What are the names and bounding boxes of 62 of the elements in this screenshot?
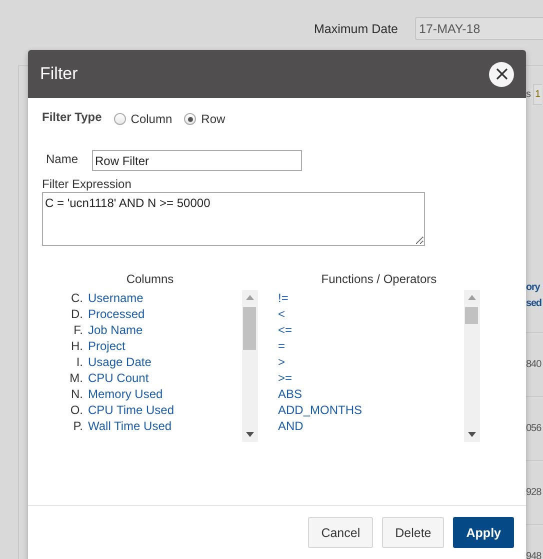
function-link[interactable]: =: [278, 339, 286, 353]
column-letter: P.: [72, 418, 83, 434]
column-letter: N.: [70, 386, 83, 402]
function-link[interactable]: >: [278, 355, 286, 369]
field-label: s: [526, 88, 531, 100]
column-link[interactable]: Wall Time Used: [88, 418, 242, 434]
function-link[interactable]: <=: [278, 323, 292, 337]
apply-button[interactable]: Apply: [453, 517, 514, 548]
radio-label: Row: [201, 112, 226, 126]
scroll-up-icon[interactable]: [468, 295, 476, 300]
filter-expression-label: Filter Expression: [42, 177, 132, 191]
table-cell: 948: [526, 551, 542, 559]
function-link[interactable]: !=: [278, 291, 288, 305]
maximum-date-label: Maximum Date: [314, 22, 398, 36]
radio-button[interactable]: [184, 113, 196, 125]
column-link[interactable]: Username: [88, 290, 242, 306]
scroll-thumb[interactable]: [465, 307, 478, 324]
column-link[interactable]: Job Name: [88, 322, 242, 338]
close-icon: [496, 68, 508, 80]
radio-label: Column: [130, 112, 172, 126]
column-link[interactable]: Project: [88, 338, 242, 354]
table-cell: 056: [526, 423, 542, 434]
table-cell: 840: [526, 359, 542, 370]
scroll-down-icon[interactable]: [246, 432, 254, 437]
column-link[interactable]: Processed: [88, 306, 242, 322]
input-field[interactable]: 1: [533, 84, 542, 104]
dialog-button[interactable]: Cancel: [308, 517, 374, 548]
column-letter: D.: [70, 306, 83, 322]
scrollbar[interactable]: [464, 290, 480, 442]
radio-option[interactable]: Row: [184, 112, 226, 126]
column-letter: M.: [68, 370, 83, 386]
function-link[interactable]: <: [278, 307, 286, 321]
name-label: Name: [46, 152, 78, 166]
scroll-down-icon[interactable]: [468, 432, 476, 437]
column-link[interactable]: Memory Used: [88, 386, 242, 402]
date-field[interactable]: 17-MAY-18: [415, 17, 543, 40]
dialog-title: Filter: [40, 64, 78, 84]
expression-field[interactable]: C = 'ucn1118' AND N >= 50000: [42, 192, 425, 246]
scroll-thumb[interactable]: [243, 307, 256, 350]
column-letter: I.: [75, 354, 83, 370]
columns-heading: Columns: [125, 272, 175, 288]
functions-heading: Functions / Operators: [320, 272, 438, 288]
table-cell: 928: [526, 487, 542, 498]
scroll-up-icon[interactable]: [246, 295, 254, 300]
column-letter: O.: [69, 402, 83, 418]
close-button[interactable]: [489, 62, 514, 86]
dialog-button[interactable]: Delete: [382, 517, 444, 548]
column-letter: C.: [70, 290, 83, 306]
scrollbar[interactable]: [242, 290, 258, 442]
column-link[interactable]: CPU Count: [88, 370, 242, 386]
filter-type-label: Filter Type: [42, 110, 102, 124]
function-link[interactable]: AND: [278, 419, 304, 433]
column-letter: F.: [72, 322, 83, 338]
column-link[interactable]: Usage Date: [88, 354, 242, 370]
name-field[interactable]: Row Filter: [92, 150, 302, 171]
function-link[interactable]: >=: [278, 371, 292, 385]
function-link[interactable]: ABS: [278, 387, 302, 401]
column-link[interactable]: CPU Time Used: [88, 402, 242, 418]
column-letter: H.: [70, 338, 83, 354]
radio-button[interactable]: [114, 113, 126, 125]
function-link[interactable]: ADD_MONTHS: [278, 403, 362, 417]
radio-option[interactable]: Column: [114, 112, 172, 126]
